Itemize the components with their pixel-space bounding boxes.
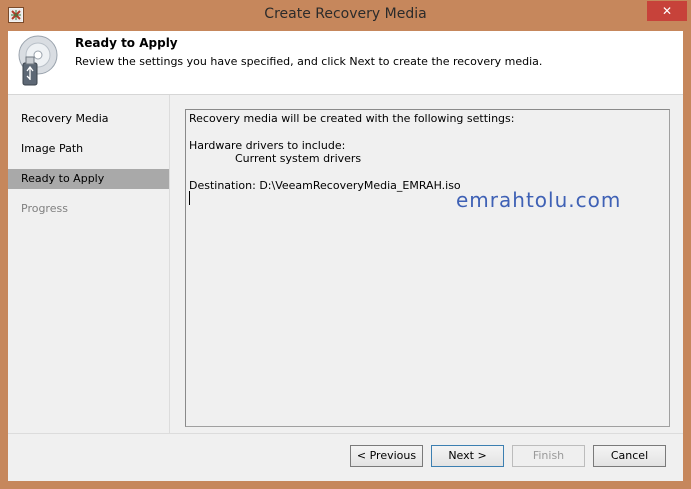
wizard-header: Ready to Apply Review the settings you h… [8,31,683,95]
summary-line: Hardware drivers to include: [189,139,346,152]
summary-line: Current system drivers [235,152,362,165]
page-title: Ready to Apply [75,36,178,50]
nav-step-image-path[interactable]: Image Path [8,139,169,159]
window-title: Create Recovery Media [264,6,427,22]
finish-button: Finish [512,445,585,467]
title-bar[interactable]: Create Recovery Media ✕ [0,0,691,31]
dialog-client: Ready to Apply Review the settings you h… [8,31,683,481]
page-description: Review the settings you have specified, … [75,55,543,68]
cancel-button[interactable]: Cancel [593,445,666,467]
dialog-window: Create Recovery Media ✕ Ready to Apply R… [0,0,691,489]
nav-step-recovery-media[interactable]: Recovery Media [8,109,169,129]
nav-step-ready-to-apply[interactable]: Ready to Apply [8,169,169,189]
footer-divider [8,433,683,434]
watermark-text: emrahtolu.com [456,188,622,212]
summary-line: Destination: D:\VeeamRecoveryMedia_EMRAH… [189,179,461,192]
text-caret [189,191,190,205]
summary-textbox[interactable]: Recovery media will be created with the … [185,109,670,427]
close-button[interactable]: ✕ [647,1,687,21]
next-button[interactable]: Next > [431,445,504,467]
summary-line: Recovery media will be created with the … [189,112,515,125]
previous-button[interactable]: < Previous [350,445,423,467]
recovery-media-icon [14,33,62,89]
nav-step-progress: Progress [21,202,68,215]
wizard-steps-nav: Recovery Media Image Path Ready to Apply… [8,95,170,433]
